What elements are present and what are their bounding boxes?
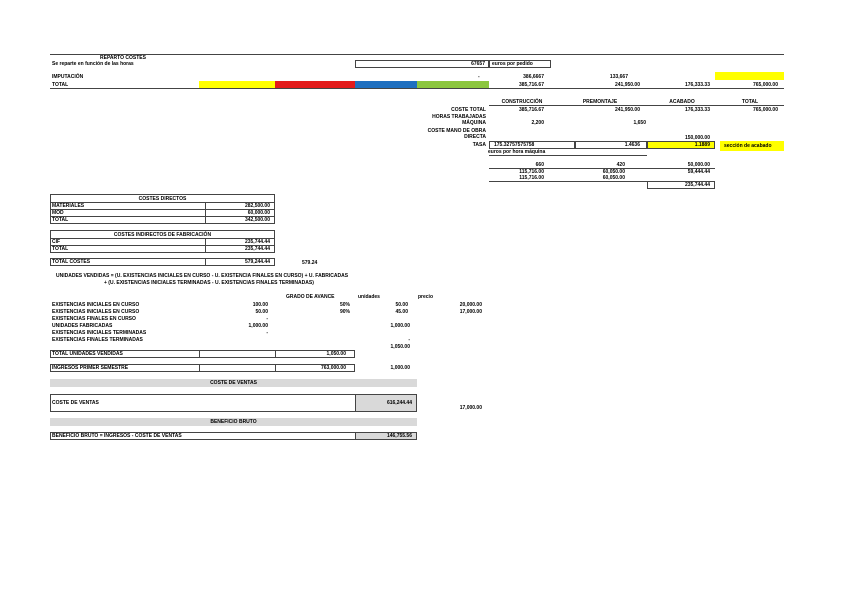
- horas-label-2: MÁQUINA: [462, 120, 486, 126]
- un-row-2-label: EXISTENCIAS FINALES EN CURSO: [52, 316, 136, 322]
- coste-total-premontaje: 241,950.00: [614, 107, 640, 113]
- ingresos-value: 763,000.00: [320, 365, 346, 371]
- coste-total-total: 765,000.00: [752, 107, 778, 113]
- un-row-0-c: 50.00: [395, 302, 408, 308]
- calc-total: 235,744.44: [684, 182, 710, 188]
- top-rule: [50, 54, 784, 55]
- yellow-cell-top-right: [715, 72, 784, 80]
- beneficio-title: BENEFICIO BRUTO: [210, 419, 257, 425]
- horas-construccion: 2,200: [531, 120, 544, 126]
- un-row-0-d: 20,000.00: [459, 302, 482, 308]
- reparto-box-value: 67657: [471, 61, 485, 67]
- beneficio-label: BENEFICIO BRUTO = INGRESOS - COSTE DE VE…: [52, 433, 182, 439]
- coste-total-construccion: 385,716.67: [518, 107, 544, 113]
- tasa-label: TASA: [472, 142, 486, 148]
- ci-row-1-label: TOTAL: [52, 246, 69, 252]
- reparto-box-label: euros por pedido: [492, 61, 533, 67]
- imputacion-dash: -: [478, 74, 480, 80]
- un-after-c: 1,050.00: [390, 344, 410, 350]
- ci-row-1-value: 235,744.44: [244, 246, 270, 252]
- total-costes-value: 579,244.44: [244, 259, 270, 265]
- horas-acabado: 1,650: [633, 120, 646, 126]
- un-row-1-b: 90%: [339, 309, 350, 315]
- coste-total-label: COSTE TOTAL: [451, 107, 486, 113]
- total-unidades-value: 1,050.00: [326, 351, 346, 357]
- un-row-3-a: 1,000.00: [248, 323, 268, 329]
- total-rule: [50, 88, 784, 89]
- total-costes-side: 579.24: [302, 260, 318, 266]
- un-row-3-c: 1,000.00: [390, 323, 410, 329]
- blue-bar: [355, 81, 417, 88]
- calc-r2-c3: 59,444.44: [687, 169, 710, 175]
- ci-col-divider: [205, 238, 206, 253]
- cd-row-2-label: TOTAL: [52, 217, 69, 223]
- headers-rule: [489, 105, 784, 106]
- reparto-subtitle: Se reparte en función de las horas: [52, 61, 134, 67]
- un-row-1-label: EXISTENCIAS INICIALES EN CURSO: [52, 309, 140, 315]
- un-row-0-a: 100.00: [252, 302, 268, 308]
- col-precio: precio: [418, 294, 434, 300]
- coste-ventas-side: 17,000.00: [459, 405, 482, 411]
- tasa-v3: 1.1889: [694, 142, 710, 148]
- green-bar: [417, 81, 489, 88]
- coste-ventas-value: 616,244.44: [386, 400, 412, 406]
- tasa-note: sección de acabado: [724, 143, 772, 149]
- tu-divider-1: [199, 350, 200, 358]
- coste-ventas-label: COSTE DE VENTAS: [52, 400, 99, 406]
- mano-label-2: DIRECTA: [464, 134, 486, 140]
- red-bar: [275, 81, 355, 88]
- tasa-v1: 175.32757575758: [494, 142, 535, 148]
- col-unidades: unidades: [358, 294, 380, 300]
- un-row-1-a: 50.00: [255, 309, 268, 315]
- tasa-v2: 1.4636: [624, 142, 640, 148]
- formula-line-1: UNIDADES VENDIDAS = (U. EXISTENCIAS INIC…: [56, 273, 349, 279]
- ing-divider-2: [275, 364, 276, 372]
- total-unidades-label: TOTAL UNIDADES VENDIDAS: [52, 351, 123, 357]
- tu-divider-2: [275, 350, 276, 358]
- un-row-5-c: -: [408, 337, 410, 343]
- un-row-0-label: EXISTENCIAS INICIALES EN CURSO: [52, 302, 140, 308]
- ingresos-label: INGRESOS PRIMER SEMESTRE: [52, 365, 129, 371]
- cd-row-2-value: 342,500.00: [244, 217, 270, 223]
- coste-total-acabado: 176,333.33: [684, 107, 710, 113]
- formula-line-2: + (U. EXISTENCIAS INICIALES TERMINADAS -…: [104, 280, 314, 286]
- ing-divider-1: [199, 364, 200, 372]
- un-row-4-label: EXISTENCIAS INICIALES TERMINADAS: [52, 330, 147, 336]
- un-row-0-b: 50%: [339, 302, 350, 308]
- un-row-2-a: -: [266, 316, 268, 322]
- tc-col-divider: [205, 258, 206, 266]
- yellow-bar: [199, 81, 275, 88]
- coste-ventas-title: COSTE DE VENTAS: [210, 380, 257, 386]
- un-row-1-c: 45.00: [395, 309, 408, 315]
- col-grado: GRADO DE AVANCE: [286, 294, 335, 300]
- un-row-3-label: UNIDADES FABRICADAS: [52, 323, 113, 329]
- cd-col-divider: [205, 202, 206, 224]
- imputacion-v2: 133,667: [609, 74, 628, 80]
- beneficio-value: 146,755.56: [386, 433, 412, 439]
- total-costes-label: TOTAL COSTES: [52, 259, 91, 265]
- imputacion-v1: 386,6667: [523, 74, 544, 80]
- un-row-4-a: -: [266, 330, 268, 336]
- un-row-1-d: 17,000.00: [459, 309, 482, 315]
- tasa-sub-rule: [489, 155, 647, 156]
- ingresos-side: 1,000.00: [390, 365, 410, 371]
- imputacion-label: IMPUTACIÓN: [52, 74, 84, 80]
- un-row-5-label: EXISTENCIAS FINALES TERMINADAS: [52, 337, 143, 343]
